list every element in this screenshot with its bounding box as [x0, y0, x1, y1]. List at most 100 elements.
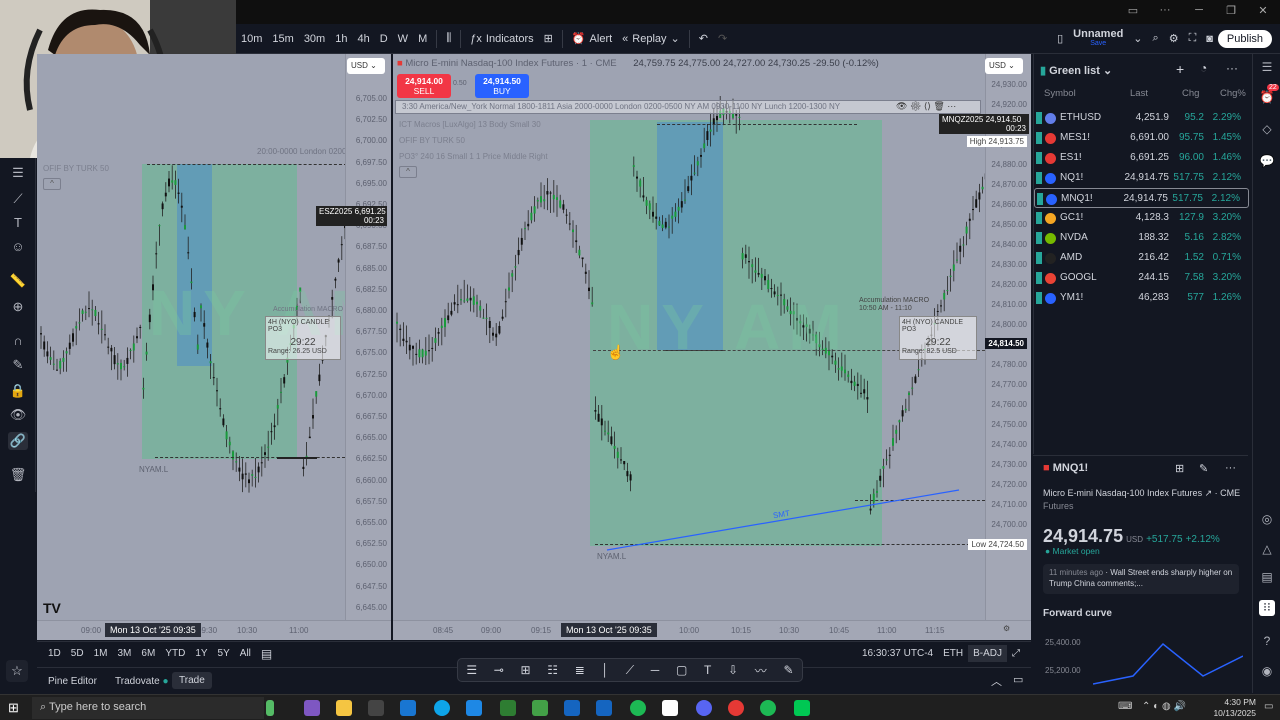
app3-icon[interactable]	[794, 700, 810, 716]
style-icon[interactable]: ☰	[466, 663, 477, 677]
undo-icon[interactable]: ↶	[694, 32, 713, 45]
brush-icon[interactable]: ✎	[784, 663, 794, 677]
news-item[interactable]: 11 minutes ago · Wall Street ends sharpl…	[1043, 564, 1239, 594]
tf-w[interactable]: W	[393, 33, 413, 45]
watchlist-row[interactable]: YM1! 46,283 577 1.26%	[1034, 288, 1249, 308]
copilot-icon[interactable]	[304, 700, 320, 716]
chat-icon[interactable]: 💬	[1259, 154, 1275, 170]
spotify-icon[interactable]	[630, 700, 646, 716]
watchlist-header[interactable]: ▮ Green list ⌄	[1040, 64, 1112, 77]
grid-icon[interactable]: ⊞	[521, 663, 531, 677]
tf-15m[interactable]: 15m	[267, 33, 298, 45]
tf-d[interactable]: D	[375, 33, 393, 45]
col-symbol[interactable]: Symbol	[1044, 88, 1076, 99]
range-1d[interactable]: 1D	[43, 648, 66, 659]
steam2-icon[interactable]	[564, 700, 580, 716]
smt-line[interactable]	[606, 489, 960, 551]
rectangle-icon[interactable]: ▢	[676, 663, 687, 677]
cast-icon[interactable]: ▭	[1118, 4, 1148, 20]
help-icon[interactable]: ?	[1259, 634, 1275, 650]
triangle-icon[interactable]: △	[1259, 542, 1275, 558]
tray-icons[interactable]: ⌃ ◐ ◍ 🔊	[1142, 701, 1186, 712]
currency-select[interactable]: USD ⌄	[347, 58, 385, 74]
watchlist-row[interactable]: GC1! 4,128.3 127.9 3.20%	[1034, 208, 1249, 228]
indicators-button[interactable]: ƒx Indicators	[465, 33, 538, 45]
vertical-line-icon[interactable]: │	[602, 663, 610, 677]
discord-icon[interactable]	[696, 700, 712, 716]
more-icon[interactable]: ···	[1150, 4, 1180, 20]
tradovate-tab[interactable]: Tradovate ●	[115, 676, 168, 687]
forward-curve-title[interactable]: Forward curve	[1043, 608, 1112, 619]
currency-select[interactable]: USD ⌄	[985, 58, 1023, 74]
pencil-lock-icon[interactable]: ✎	[8, 356, 28, 374]
calendar-icon[interactable]: ▤	[256, 647, 277, 661]
keyboard-icon[interactable]: ⌨	[1118, 701, 1132, 712]
trend-line-icon[interactable]: ⟋	[626, 663, 634, 678]
clock[interactable]: 16:30:37 UTC-4	[857, 648, 938, 659]
panel-layout-icon[interactable]: ▭	[1013, 673, 1023, 686]
replay-button[interactable]: «Replay ⌄	[617, 32, 685, 46]
chart-pane-right[interactable]: NY AM ■ Micro E-mini Nasdaq-100 Index Fu…	[393, 54, 1031, 640]
close-button[interactable]: ✕	[1248, 4, 1278, 20]
maximize-icon[interactable]: ⤢	[1007, 648, 1025, 659]
range-1m[interactable]: 1M	[89, 648, 113, 659]
star-icon[interactable]: ☆	[6, 660, 28, 682]
tf-1h[interactable]: 1h	[330, 33, 352, 45]
tf-4h[interactable]: 4h	[352, 33, 374, 45]
time-axis-right[interactable]: 08:45 09:00 09:15 10:00 10:15 10:30 10:4…	[393, 620, 1031, 640]
tf-m[interactable]: M	[413, 33, 432, 45]
tf-30m[interactable]: 30m	[299, 33, 330, 45]
time-axis-left[interactable]: 09:00 09:30 10:30 11:00 Mon 13 Oct '25 0…	[37, 620, 391, 640]
horizontal-line-icon[interactable]: ─	[651, 663, 660, 677]
tradingview-icon[interactable]	[662, 700, 678, 716]
range-3m[interactable]: 3M	[113, 648, 137, 659]
trade-tab[interactable]: Trade	[172, 672, 212, 689]
publish-button[interactable]: Publish	[1217, 29, 1272, 48]
list-icon[interactable]: ≣	[575, 663, 585, 677]
details-symbol[interactable]: ■ MNQ1!	[1043, 462, 1088, 474]
watchlist-row[interactable]: NVDA 188.32 5.16 2.82%	[1034, 228, 1249, 248]
search-highlight-icon[interactable]	[266, 700, 274, 716]
tf-10m[interactable]: 10m	[236, 33, 267, 45]
link-icon[interactable]: 🔗	[8, 432, 28, 450]
app2-icon[interactable]	[532, 700, 548, 716]
chevron-up-icon[interactable]: ︿	[991, 673, 1002, 689]
range-5d[interactable]: 5D	[66, 648, 89, 659]
steam-icon[interactable]	[400, 700, 416, 716]
eye-icon[interactable]: 👁	[8, 406, 28, 424]
watchlist-row[interactable]: ES1! 6,691.25 96.00 1.46%	[1034, 148, 1249, 168]
watchlist-row[interactable]: NQ1! 24,914.75 517.75 2.12%	[1034, 168, 1249, 188]
crosshair-icon[interactable]: ☰	[8, 164, 28, 182]
notification-icon[interactable]: ▭	[1264, 701, 1273, 712]
minimize-button[interactable]: ─	[1184, 4, 1214, 20]
taskbar-search[interactable]: ⌕ Type here to search	[32, 697, 264, 719]
zoom-icon[interactable]: ⊕	[8, 298, 28, 316]
line-icon[interactable]: ⊸	[494, 663, 504, 677]
settings-icon[interactable]: ⚙	[1003, 624, 1010, 633]
excel-icon[interactable]	[500, 700, 516, 716]
advanced-view-icon[interactable]: ◔	[1200, 61, 1207, 75]
watchlist-row[interactable]: MNQ1! 24,914.75 517.75 2.12%	[1034, 188, 1249, 208]
add-symbol-icon[interactable]: +	[1176, 61, 1184, 77]
apps-icon[interactable]: ⁝⁝	[1259, 600, 1275, 616]
taskbar-clock[interactable]: 4:30 PM 10/13/2025	[1196, 697, 1256, 719]
fullscreen-icon[interactable]: ⛶	[1184, 32, 1202, 45]
word-icon[interactable]	[596, 700, 612, 716]
price-axis-left[interactable]: 6,705.00 6,702.50 6,700.00 6,697.50 6,695.00…	[316, 54, 391, 640]
edit-icon[interactable]: ✎	[1199, 462, 1208, 475]
range-6m[interactable]: 6M	[136, 648, 160, 659]
chart-type-icon[interactable]: ⫼	[441, 32, 456, 45]
watchlist-row[interactable]: AMD 216.42 1.52 0.71%	[1034, 248, 1249, 268]
layout-icon[interactable]: ▯	[1052, 32, 1068, 45]
settings-list-icon[interactable]: ☷	[547, 663, 558, 677]
notifications-icon[interactable]: ◉	[1259, 664, 1275, 680]
pine-editor-tab[interactable]: Pine Editor	[48, 676, 97, 687]
range-ytd[interactable]: YTD	[160, 648, 190, 659]
grid-icon[interactable]: ⊞	[1175, 462, 1184, 475]
path-icon[interactable]: 〰	[755, 662, 767, 679]
maximize-button[interactable]: ❐	[1216, 4, 1246, 20]
chrome-icon[interactable]	[728, 700, 744, 716]
eth-toggle[interactable]: ETH	[938, 648, 968, 659]
text-icon[interactable]: T	[8, 214, 28, 232]
alerts-icon[interactable]: ⏰ 22	[1259, 84, 1279, 106]
